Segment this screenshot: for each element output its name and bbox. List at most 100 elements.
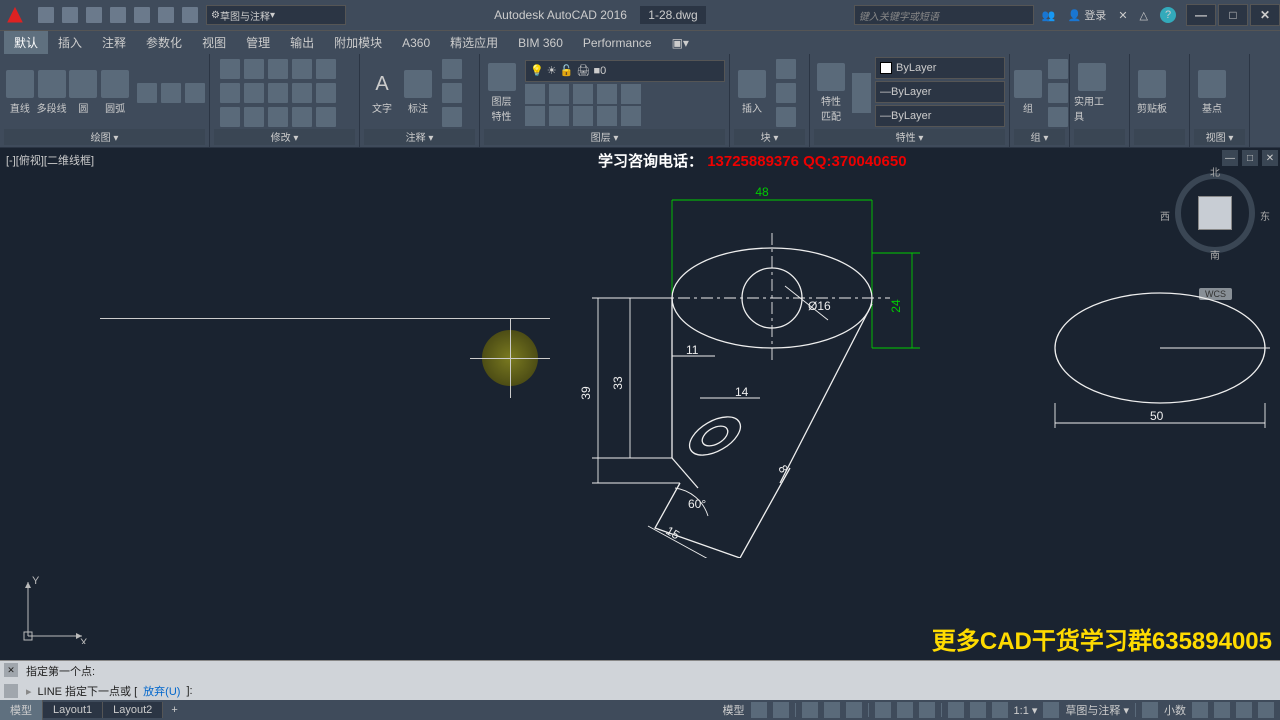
- tab-annotate[interactable]: 注释: [92, 31, 136, 54]
- quickprops-icon[interactable]: [992, 702, 1008, 718]
- osnap-icon[interactable]: [846, 702, 862, 718]
- viewcube-top-face[interactable]: [1198, 196, 1232, 230]
- annoscale-icon[interactable]: [1043, 702, 1059, 718]
- cmd-close-icon[interactable]: ✕: [4, 663, 18, 677]
- panel-group-label[interactable]: 组 ▾: [1014, 129, 1065, 145]
- panel-block-label[interactable]: 块 ▾: [734, 129, 805, 145]
- cmd-config-icon[interactable]: [4, 684, 18, 698]
- ribbon-tabs: 默认 插入 注释 参数化 视图 管理 输出 附加模块 A360 精选应用 BIM…: [0, 30, 1280, 54]
- polyline-button[interactable]: 多段线: [36, 70, 68, 115]
- workspace-dropdown[interactable]: ⚙ 草图与注释 ▾: [206, 5, 346, 25]
- infocenter-icon[interactable]: 👥: [1042, 9, 1056, 22]
- vp-max-icon[interactable]: □: [1242, 150, 1258, 166]
- insert-icon: [738, 70, 766, 98]
- tab-model[interactable]: 模型: [0, 700, 43, 720]
- tab-view[interactable]: 视图: [192, 31, 236, 54]
- tab-output[interactable]: 输出: [280, 31, 324, 54]
- app-logo[interactable]: [0, 6, 30, 24]
- tab-insert[interactable]: 插入: [48, 31, 92, 54]
- status-model[interactable]: 模型: [723, 702, 745, 718]
- insert-button[interactable]: 插入: [734, 70, 770, 115]
- new-icon[interactable]: [38, 7, 54, 23]
- panel-properties-label[interactable]: 特性 ▾: [814, 129, 1005, 145]
- grid-icon[interactable]: [751, 702, 767, 718]
- circle-icon: [69, 70, 97, 98]
- maximize-button[interactable]: □: [1218, 4, 1248, 26]
- status-units[interactable]: 小数: [1164, 702, 1186, 718]
- tab-addins[interactable]: 附加模块: [324, 31, 392, 54]
- group-button[interactable]: 组: [1014, 70, 1042, 115]
- otrack-icon[interactable]: [875, 702, 891, 718]
- tab-extra-icon[interactable]: ▣▾: [662, 33, 699, 53]
- tab-a360[interactable]: A360: [392, 33, 440, 53]
- redo-icon[interactable]: [182, 7, 198, 23]
- lineweight-dropdown[interactable]: — ByLayer: [875, 105, 1005, 127]
- hardware-icon[interactable]: [1192, 702, 1208, 718]
- panel-modify-label[interactable]: 修改 ▾: [214, 129, 355, 145]
- plot-icon[interactable]: [134, 7, 150, 23]
- lwt-icon[interactable]: [897, 702, 913, 718]
- color-swatch: [880, 62, 892, 74]
- tab-manage[interactable]: 管理: [236, 31, 280, 54]
- dim-button[interactable]: 标注: [400, 70, 436, 115]
- tab-layout2[interactable]: Layout2: [103, 702, 163, 718]
- panel-annotate-label[interactable]: 注释 ▾: [364, 129, 475, 145]
- cmd-input[interactable]: ▸ LINE 指定下一点或 [放弃(U)]:: [0, 681, 1280, 701]
- panel-layers-label[interactable]: 图层 ▾: [484, 129, 725, 145]
- arc-button[interactable]: 圆弧: [99, 70, 131, 115]
- login-button[interactable]: 👤 登录: [1068, 7, 1107, 23]
- line-icon: [6, 70, 34, 98]
- tab-default[interactable]: 默认: [4, 31, 48, 54]
- status-workspace[interactable]: 草图与注释 ▾: [1065, 702, 1129, 718]
- polar-icon[interactable]: [824, 702, 840, 718]
- util-button[interactable]: 实用工具: [1074, 63, 1110, 123]
- open-icon[interactable]: [62, 7, 78, 23]
- customize-icon[interactable]: [1258, 702, 1274, 718]
- status-scale[interactable]: 1:1 ▾: [1014, 704, 1038, 717]
- vp-min-icon[interactable]: —: [1222, 150, 1238, 166]
- isolate-icon[interactable]: [1214, 702, 1230, 718]
- baseview-button[interactable]: 基点: [1194, 70, 1230, 115]
- view-label[interactable]: [-][俯视][二维线框]: [6, 152, 94, 168]
- drawing-area[interactable]: [-][俯视][二维线框] 学习咨询电话： 13725889376 QQ:370…: [0, 148, 1280, 660]
- add-layout-button[interactable]: +: [163, 702, 185, 718]
- undo-icon[interactable]: [158, 7, 174, 23]
- save-icon[interactable]: [86, 7, 102, 23]
- minimize-button[interactable]: —: [1186, 4, 1216, 26]
- tab-bim360[interactable]: BIM 360: [508, 33, 573, 53]
- annomonitor-icon[interactable]: [970, 702, 986, 718]
- svg-text:33: 33: [611, 376, 625, 390]
- layerprop-button[interactable]: 图层 特性: [484, 63, 519, 123]
- exchange-icon[interactable]: ✕: [1118, 9, 1127, 22]
- saveas-icon[interactable]: [110, 7, 126, 23]
- tab-parametric[interactable]: 参数化: [136, 31, 192, 54]
- tab-performance[interactable]: Performance: [573, 33, 662, 53]
- panel-group: 组 组 ▾: [1010, 54, 1070, 147]
- viewcube[interactable]: 北 南 西 东: [1170, 168, 1260, 258]
- layer-dropdown[interactable]: 💡 ☀ 🔓 🖨 ■ 0: [525, 60, 725, 82]
- line-button[interactable]: 直线: [4, 70, 36, 115]
- matchprop-button[interactable]: 特性 匹配: [814, 63, 848, 123]
- clipboard-button[interactable]: 剪贴板: [1134, 70, 1170, 115]
- panel-draw-label[interactable]: 绘图 ▾: [4, 129, 205, 145]
- tab-layout1[interactable]: Layout1: [43, 702, 103, 718]
- snap-icon[interactable]: [773, 702, 789, 718]
- panel-viewbase-label[interactable]: 视图 ▾: [1194, 129, 1245, 145]
- linetype-dropdown[interactable]: — ByLayer: [875, 81, 1005, 103]
- close-button[interactable]: ✕: [1250, 4, 1280, 26]
- transparency-icon[interactable]: [919, 702, 935, 718]
- units-icon[interactable]: [1142, 702, 1158, 718]
- modify-tools: [220, 59, 336, 127]
- ortho-icon[interactable]: [802, 702, 818, 718]
- stayconnect-icon[interactable]: △: [1140, 9, 1148, 22]
- text-button[interactable]: A文字: [364, 70, 400, 115]
- cleanscreen-icon[interactable]: [1236, 702, 1252, 718]
- cycling-icon[interactable]: [948, 702, 964, 718]
- help-icon[interactable]: ?: [1160, 7, 1176, 23]
- circle-button[interactable]: 圆: [68, 70, 100, 115]
- tab-featured[interactable]: 精选应用: [440, 31, 508, 54]
- color-dropdown[interactable]: ByLayer: [875, 57, 1005, 79]
- panel-block: 插入 块 ▾: [730, 54, 810, 147]
- vp-close-icon[interactable]: ✕: [1262, 150, 1278, 166]
- search-input[interactable]: 键入关键字或短语: [854, 5, 1034, 25]
